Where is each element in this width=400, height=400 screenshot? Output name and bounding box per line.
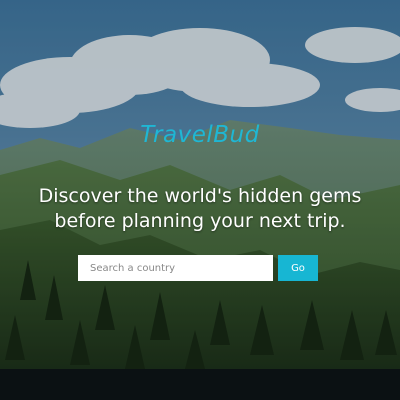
- hero-headline: Discover the world's hidden gems before …: [38, 185, 362, 232]
- footer-bar: [0, 369, 400, 400]
- hero-section: TravelBud Discover the world's hidden ge…: [0, 0, 400, 369]
- search-form: Go: [78, 255, 318, 281]
- country-search-input[interactable]: [78, 255, 273, 281]
- brand-logo-text[interactable]: TravelBud: [0, 122, 400, 148]
- go-button[interactable]: Go: [278, 255, 318, 281]
